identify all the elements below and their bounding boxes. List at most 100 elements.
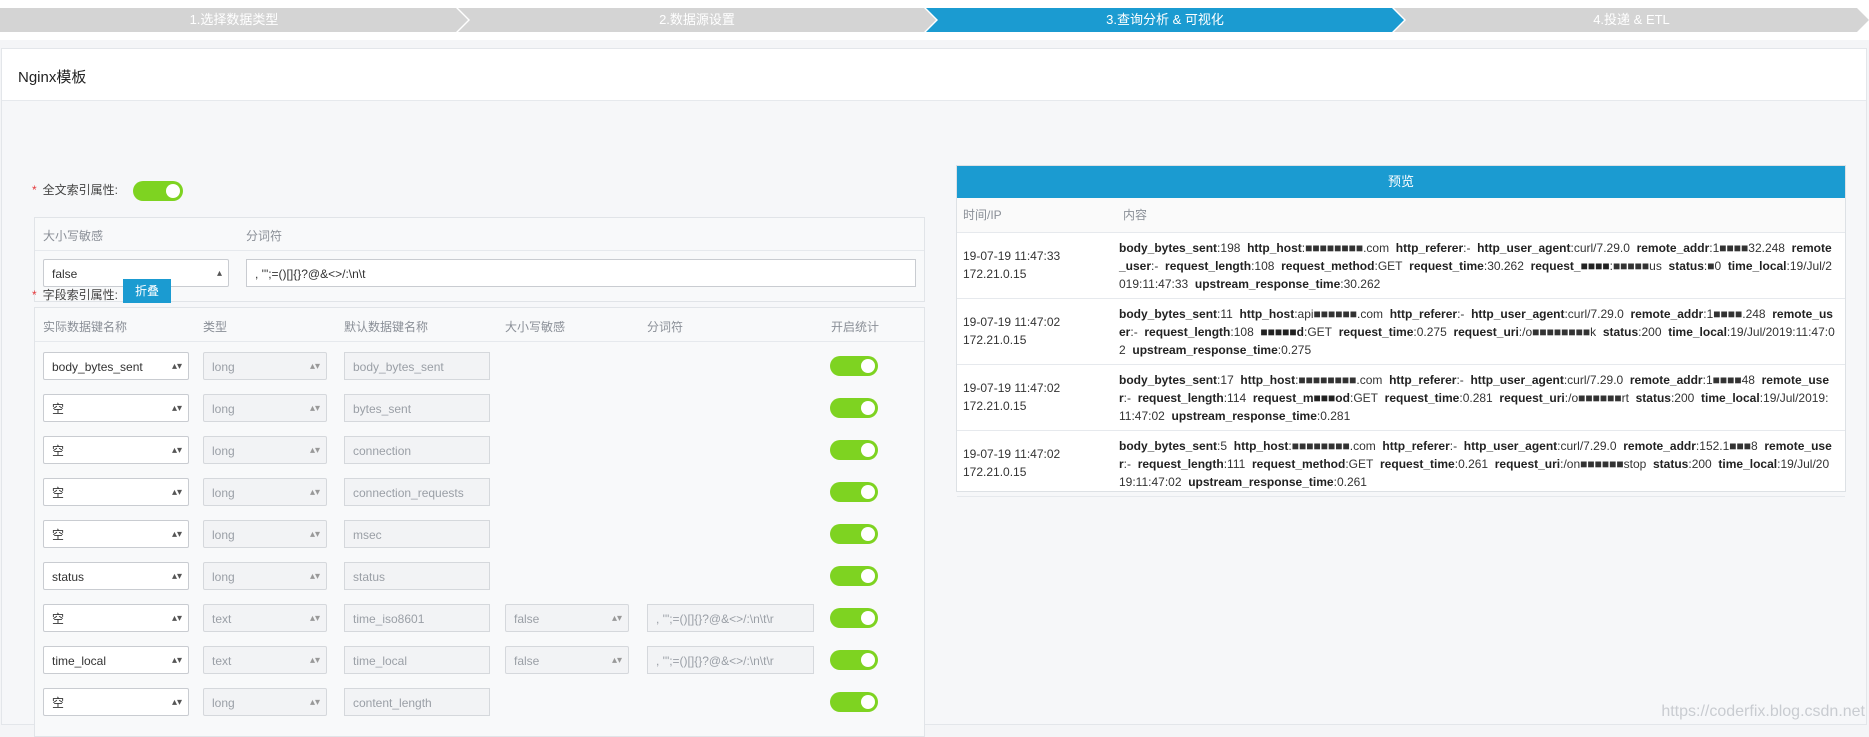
log-key: remote_addr xyxy=(1636,241,1710,255)
log-value: 5 xyxy=(1220,439,1228,453)
stats-toggle[interactable] xyxy=(830,692,878,712)
log-value: 0.261 xyxy=(1458,457,1489,471)
log-key: http_referer xyxy=(1389,307,1458,321)
log-value: 114 xyxy=(1227,391,1247,405)
log-value: - xyxy=(1453,439,1458,453)
preview-row: 19-07-19 11:47:02 172.21.0.15 body_bytes_s… xyxy=(957,299,1845,365)
log-value: GET xyxy=(1348,457,1374,471)
col-actual-header: 实际数据键名称 xyxy=(43,320,128,334)
type-select: long ▴▾ xyxy=(203,394,327,422)
actual-key-select[interactable]: 空 ▴▾ xyxy=(43,688,189,716)
actual-key-select[interactable]: body_bytes_sent ▴▾ xyxy=(43,352,189,380)
step-4[interactable]: 4.投递 & ETL xyxy=(1394,8,1869,32)
log-value: 108 xyxy=(1254,259,1275,273)
actual-key-select[interactable]: status ▴▾ xyxy=(43,562,189,590)
preview-title: 预览 xyxy=(957,166,1845,198)
log-key: upstream_response_time xyxy=(1132,343,1278,357)
default-key-input: time_iso8601 xyxy=(344,604,490,632)
actual-key-select[interactable]: 空 ▴▾ xyxy=(43,520,189,548)
type-select: long ▴▾ xyxy=(203,520,327,548)
stats-toggle[interactable] xyxy=(830,608,878,628)
step-2[interactable]: 2.数据源设置 xyxy=(458,8,936,32)
log-value: 0.275 xyxy=(1281,343,1312,357)
type-select: text ▴▾ xyxy=(203,604,327,632)
log-key: request_time xyxy=(1384,391,1460,405)
fold-button[interactable]: 折叠 xyxy=(123,279,172,303)
default-key-input: status xyxy=(344,562,490,590)
preview-content: body_bytes_sent:5 http_host:■■■■■■■■.com… xyxy=(1119,439,1832,489)
log-key: remote_addr xyxy=(1623,439,1696,453)
type-select: long ▴▾ xyxy=(203,478,327,506)
stats-toggle[interactable] xyxy=(830,650,878,670)
config-card: Nginx模板 * 全文索引属性: 大小写敏感 分词符 false ▴ , '";=… xyxy=(1,48,1867,737)
log-value: /o■■■■■■rt xyxy=(1568,391,1629,405)
log-value: 1■■■■.248 xyxy=(1706,307,1766,321)
stats-toggle[interactable] xyxy=(830,524,878,544)
fulltext-label: * 全文索引属性: xyxy=(32,183,119,197)
stats-toggle[interactable] xyxy=(830,356,878,376)
stats-toggle[interactable] xyxy=(830,440,878,460)
log-key: request_length xyxy=(1144,325,1231,339)
log-value: 200 xyxy=(1674,391,1695,405)
log-key: http_user_agent xyxy=(1471,307,1565,321)
stats-toggle[interactable] xyxy=(830,566,878,586)
stats-toggle[interactable] xyxy=(830,398,878,418)
preview-row: 19-07-19 11:47:33 172.21.0.15 body_bytes_s… xyxy=(957,233,1845,299)
col-case-header: 大小写敏感 xyxy=(505,320,566,334)
log-key: request_uri xyxy=(1499,391,1565,405)
default-key-input: body_bytes_sent xyxy=(344,352,490,380)
log-key: status xyxy=(1635,391,1671,405)
log-key: ■■■■■d xyxy=(1260,325,1304,339)
preview-time-ip: 19-07-19 11:47:02 172.21.0.15 xyxy=(963,381,1061,413)
log-key: http_host xyxy=(1239,307,1295,321)
step-1[interactable]: 1.选择数据类型 xyxy=(0,8,468,32)
log-value: 198 xyxy=(1220,241,1241,255)
log-value: 111 xyxy=(1227,457,1246,471)
log-key: upstream_response_time xyxy=(1171,409,1317,423)
log-value: GET xyxy=(1377,259,1403,273)
log-value: curl/7.29.0 xyxy=(1567,373,1624,387)
log-key: http_host xyxy=(1233,439,1289,453)
log-key: status xyxy=(1668,259,1704,273)
actual-key-select[interactable]: time_local ▴▾ xyxy=(43,646,189,674)
log-value: 11 xyxy=(1220,307,1233,321)
preview-row: 19-07-19 11:47:02 172.21.0.15 body_bytes_s… xyxy=(957,365,1845,431)
actual-key-select[interactable]: 空 ▴▾ xyxy=(43,478,189,506)
case-select: false ▴▾ xyxy=(505,604,629,632)
log-key: http_referer xyxy=(1395,241,1464,255)
actual-key-select[interactable]: 空 ▴▾ xyxy=(43,604,189,632)
log-key: upstream_response_time xyxy=(1194,277,1341,291)
col-type-header: 类型 xyxy=(203,320,228,334)
default-key-input: content_length xyxy=(344,688,490,716)
log-key: request_length xyxy=(1137,457,1224,471)
log-key: body_bytes_sent xyxy=(1119,307,1218,321)
log-value: GET xyxy=(1307,325,1333,339)
fulltext-delim-input[interactable]: , '";=()[]{}?@&<>/:\n\t xyxy=(246,259,916,287)
fulltext-case-header: 大小写敏感 xyxy=(43,229,104,243)
log-value: - xyxy=(1460,307,1465,321)
log-value: 200 xyxy=(1641,325,1662,339)
type-select: long ▴▾ xyxy=(203,562,327,590)
fulltext-toggle[interactable] xyxy=(133,181,183,201)
log-value: ■0 xyxy=(1707,259,1722,273)
col-content: 内容 xyxy=(1123,208,1148,222)
log-value: 108 xyxy=(1233,325,1254,339)
field-index-panel: 实际数据键名称 类型 默认数据键名称 大小写敏感 分词符 开启统计 body_b… xyxy=(34,307,925,737)
log-key: request_■■■■ xyxy=(1530,259,1610,273)
log-key: time_local xyxy=(1668,325,1727,339)
delimiter-input: , '";=()[]{}?@&<>/:\n\t\r xyxy=(647,646,814,674)
stats-toggle[interactable] xyxy=(830,482,878,502)
preview-panel: 预览 时间/IP 内容 19-07-19 11:47:33 172.21.0.15… xyxy=(956,165,1846,497)
actual-key-select[interactable]: 空 ▴▾ xyxy=(43,394,189,422)
step-3[interactable]: 3.查询分析 & 可视化 xyxy=(926,8,1404,32)
log-value: 17 xyxy=(1220,373,1234,387)
preview-time-ip: 19-07-19 11:47:02 172.21.0.15 xyxy=(963,315,1061,347)
log-value: - xyxy=(1459,373,1464,387)
log-key: time_local xyxy=(1718,457,1778,471)
wizard-steps: 1.选择数据类型 2.数据源设置 3.查询分析 & 可视化 4.投递 & ETL xyxy=(0,0,1869,40)
log-key: http_referer xyxy=(1382,439,1450,453)
log-value: curl/7.29.0 xyxy=(1567,307,1624,321)
preview-content: body_bytes_sent:17 http_host:■■■■■■■■.co… xyxy=(1119,373,1829,423)
actual-key-select[interactable]: 空 ▴▾ xyxy=(43,436,189,464)
log-key: http_host xyxy=(1247,241,1302,255)
